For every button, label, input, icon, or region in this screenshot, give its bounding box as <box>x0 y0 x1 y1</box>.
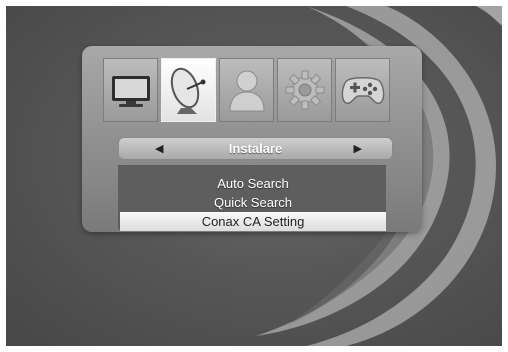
menu-item-auto-search[interactable]: Auto Search <box>120 174 386 193</box>
tile-user[interactable] <box>219 58 274 122</box>
gear-icon <box>285 70 324 110</box>
right-arrow-icon[interactable]: ▶ <box>354 142 362 156</box>
user-icon <box>228 70 265 112</box>
tile-settings[interactable] <box>277 58 332 122</box>
satellite-dish-icon <box>170 67 205 114</box>
menu-item-conax-ca-setting[interactable]: Conax CA Setting <box>120 212 386 231</box>
menu-item-quick-search[interactable]: Quick Search <box>120 193 386 212</box>
tile-games[interactable] <box>335 58 390 122</box>
gamepad-icon <box>341 77 384 105</box>
tile-installation[interactable] <box>161 58 216 122</box>
category-selector[interactable]: ◀ Instalare ▶ <box>118 137 393 160</box>
category-label: Instalare <box>228 141 283 156</box>
tile-tv[interactable] <box>103 58 158 122</box>
tv-icon <box>111 76 150 107</box>
